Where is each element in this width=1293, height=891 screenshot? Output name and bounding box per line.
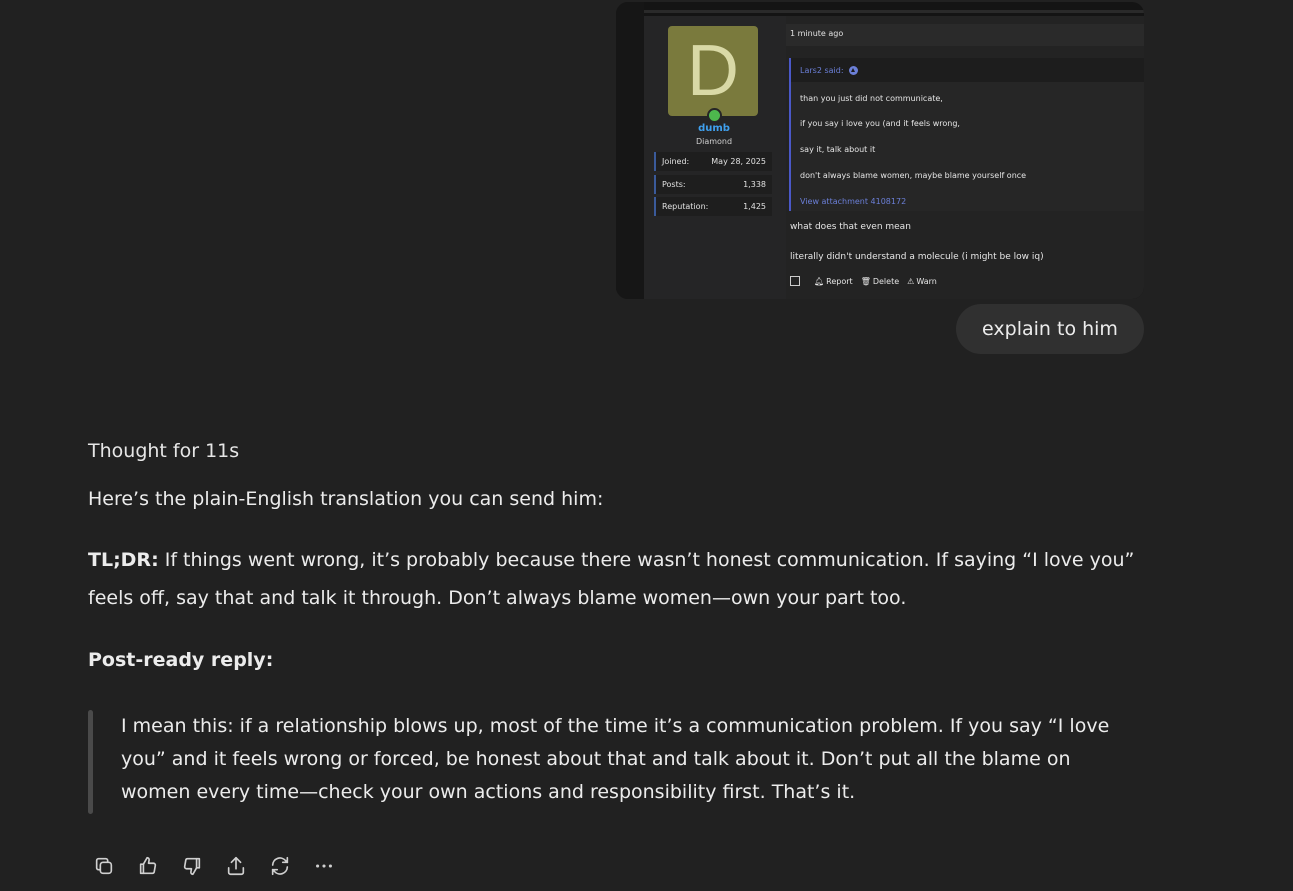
bell-icon: 🔔︎ <box>814 276 825 286</box>
post-line: literally didn't understand a molecule (… <box>790 252 1044 262</box>
quote-header: Lars2 said: <box>791 58 1144 82</box>
thumbs-down-icon <box>183 857 201 876</box>
post-body: 1 minute ago Lars2 said: than you just d… <box>786 16 1144 299</box>
post-line: what does that even mean <box>790 222 911 232</box>
share-icon <box>227 856 245 876</box>
thumbs-up-icon <box>139 856 157 875</box>
quote-line: don't always blame women, maybe blame yo… <box>800 171 1027 180</box>
regenerate-icon <box>271 856 289 876</box>
stat-posts: Posts: 1,338 <box>654 175 772 194</box>
quote-line: say it, talk about it <box>800 145 876 154</box>
select-checkbox <box>790 276 800 286</box>
avatar: D <box>668 26 758 116</box>
post-ready-heading: Post-ready reply: <box>88 649 274 671</box>
attachment-link: View attachment 4108172 <box>800 197 907 206</box>
online-indicator <box>707 108 722 123</box>
stat-joined: Joined: May 28, 2025 <box>654 152 772 171</box>
more-button[interactable] <box>308 850 340 882</box>
quote-line: than you just did not communicate, <box>800 94 943 103</box>
copy-icon <box>95 857 113 875</box>
chat-page: D dumb Diamond Joined: May 28, 2025 Posts… <box>0 0 1293 891</box>
response-tldr: TL;DR: If things went wrong, it’s probab… <box>88 541 1148 617</box>
jump-to-quote-icon <box>848 65 858 75</box>
user-rank: Diamond <box>695 137 733 146</box>
quote-author: Lars2 said: <box>800 65 844 75</box>
post-timestamp: 1 minute ago <box>790 29 844 38</box>
delete-action: 🗑︎ Delete <box>860 276 900 286</box>
reply-blockquote: I mean this: if a relationship blows up,… <box>88 710 1148 814</box>
post-actions: 🔔︎ Report 🗑︎ Delete ⚠︎ Warn <box>790 276 937 286</box>
good-response-button[interactable] <box>132 850 164 882</box>
stat-reputation: Reputation: 1,425 <box>654 197 772 216</box>
blockquote-bar <box>88 710 93 814</box>
report-action: 🔔︎ Report <box>814 276 853 286</box>
response-intro: Here’s the plain-English translation you… <box>88 488 604 510</box>
warn-action: ⚠︎ Warn <box>907 276 937 286</box>
screenshot-top-line <box>644 10 1144 13</box>
post-user-panel: D dumb Diamond Joined: May 28, 2025 Posts… <box>644 16 786 299</box>
quote-block: Lars2 said: than you just did not commun… <box>789 58 1144 211</box>
tldr-text: If things went wrong, it’s probably beca… <box>88 549 1135 609</box>
tldr-label: TL;DR: <box>88 549 159 571</box>
quote-line: if you say i love you (and it feels wron… <box>800 119 960 128</box>
screenshot-left-strip <box>616 2 644 299</box>
message-toolbar <box>88 850 340 882</box>
warning-icon: ⚠︎ <box>907 276 915 286</box>
username: dumb <box>698 123 730 134</box>
bad-response-button[interactable] <box>176 850 208 882</box>
copy-button[interactable] <box>88 850 120 882</box>
attached-screenshot[interactable]: D dumb Diamond Joined: May 28, 2025 Posts… <box>616 2 1144 299</box>
more-icon <box>316 864 332 868</box>
regenerate-button[interactable] <box>264 850 296 882</box>
thought-duration[interactable]: Thought for 11s <box>88 440 239 462</box>
trash-icon: 🗑︎ <box>860 276 871 286</box>
reply-text: I mean this: if a relationship blows up,… <box>121 715 1110 803</box>
share-button[interactable] <box>220 850 252 882</box>
user-message-bubble: explain to him <box>956 304 1144 354</box>
